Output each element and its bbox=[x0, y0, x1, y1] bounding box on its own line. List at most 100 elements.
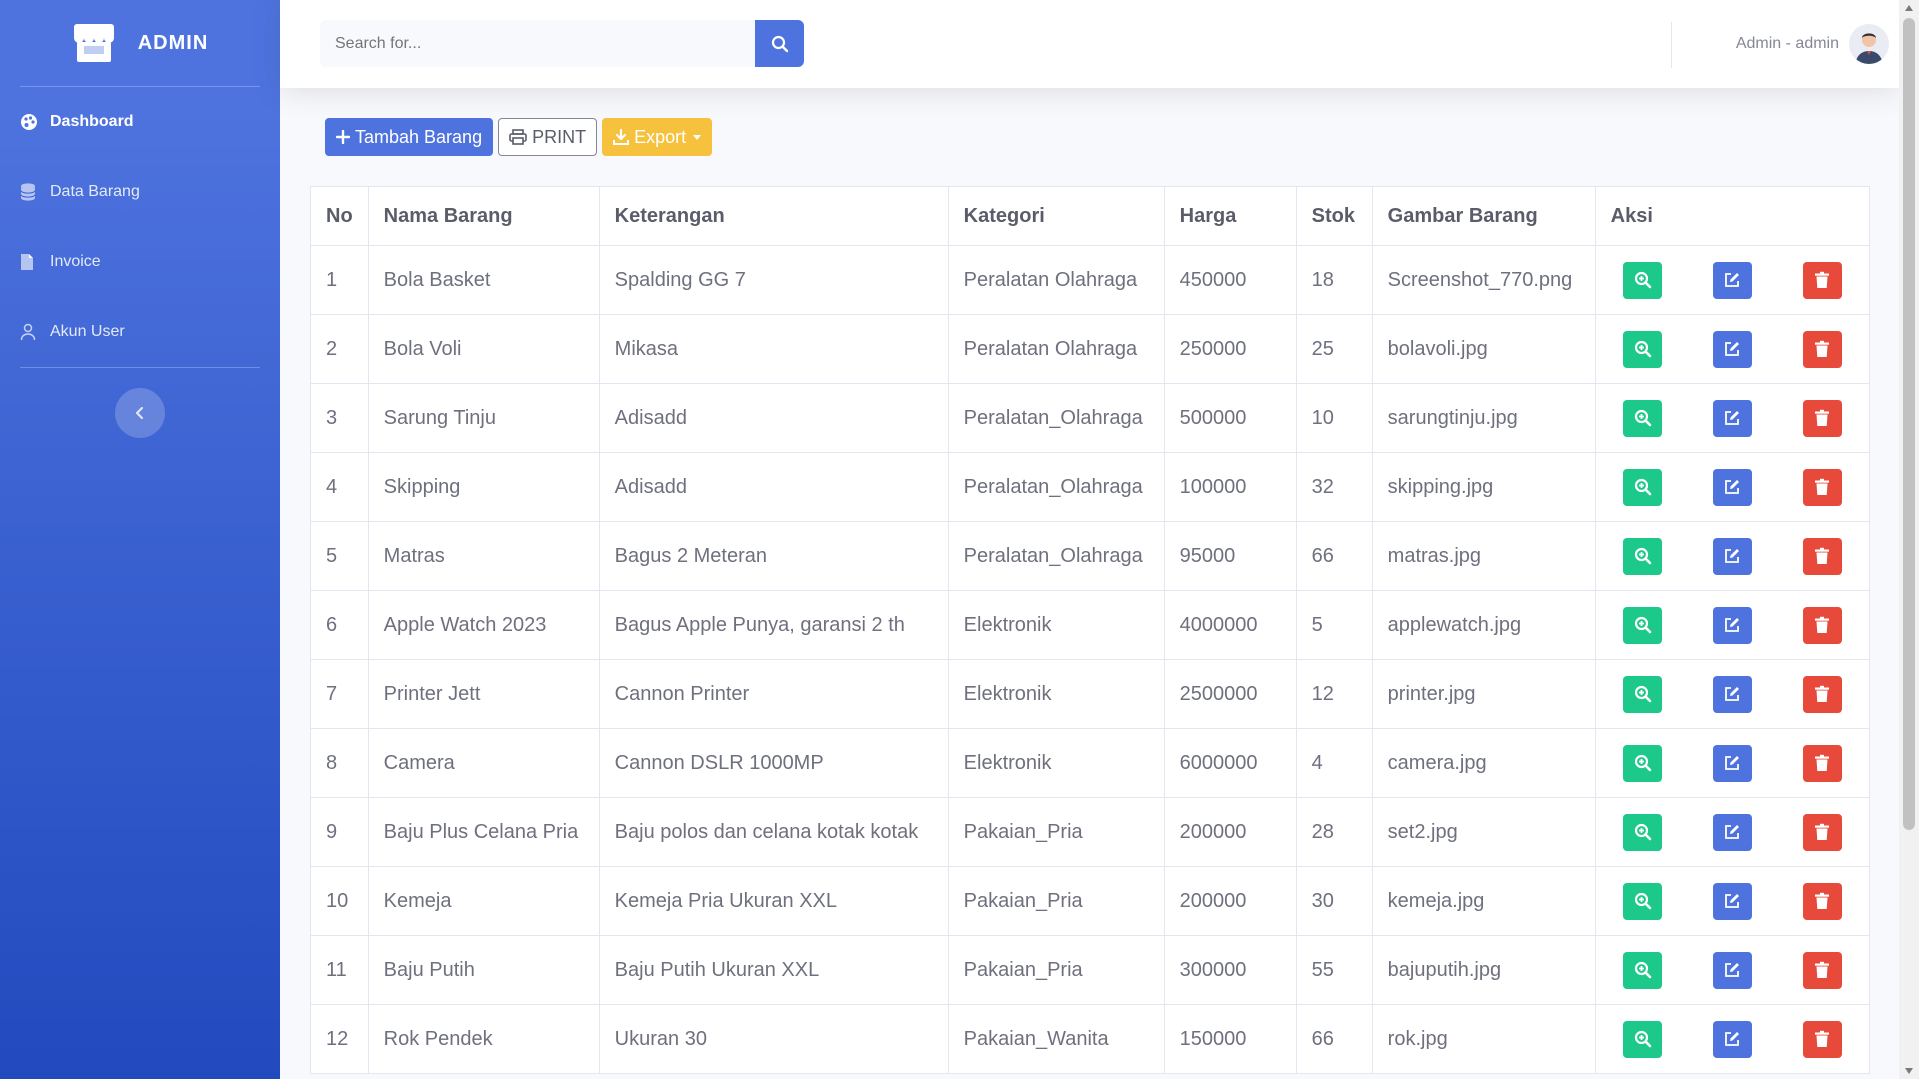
table-row: 1 Bola Basket Spalding GG 7 Peralatan Olahr… bbox=[310, 245, 1871, 315]
cell-stok: 12 bbox=[1295, 659, 1373, 729]
add-item-label: Tambah Barang bbox=[355, 126, 483, 147]
delete-button[interactable] bbox=[1802, 813, 1842, 851]
delete-button[interactable] bbox=[1802, 468, 1842, 506]
cell-harga: 200000 bbox=[1163, 797, 1297, 867]
delete-button[interactable] bbox=[1802, 606, 1842, 644]
view-button[interactable] bbox=[1623, 813, 1663, 851]
page-scrollbar[interactable] bbox=[1899, 0, 1919, 1079]
edit-button[interactable] bbox=[1712, 813, 1752, 851]
cell-keterangan: Adisadd bbox=[598, 383, 949, 453]
cell-keterangan: Bagus 2 Meteran bbox=[598, 521, 949, 591]
download-icon bbox=[613, 129, 630, 145]
edit-button[interactable] bbox=[1712, 882, 1752, 920]
cell-keterangan: Spalding GG 7 bbox=[598, 245, 949, 315]
edit-button[interactable] bbox=[1712, 399, 1752, 437]
view-button[interactable] bbox=[1623, 744, 1663, 782]
row-actions bbox=[1596, 399, 1869, 437]
edit-button[interactable] bbox=[1712, 468, 1752, 506]
sidebar-brand[interactable]: ADMIN bbox=[0, 0, 280, 86]
cell-harga: 100000 bbox=[1163, 452, 1297, 522]
user-name: Admin - admin bbox=[1735, 35, 1839, 52]
row-actions bbox=[1596, 1020, 1869, 1058]
view-button[interactable] bbox=[1623, 1020, 1663, 1058]
view-button[interactable] bbox=[1623, 882, 1663, 920]
cell-aksi bbox=[1594, 452, 1871, 522]
edit-button[interactable] bbox=[1712, 606, 1752, 644]
cell-stok: 55 bbox=[1295, 935, 1373, 1005]
view-button[interactable] bbox=[1623, 468, 1663, 506]
cell-kategori: Peralatan_Olahraga bbox=[947, 452, 1165, 522]
cell-gambar-barang: Screenshot_770.png bbox=[1371, 245, 1596, 315]
edit-button[interactable] bbox=[1712, 675, 1752, 713]
edit-button[interactable] bbox=[1712, 537, 1752, 575]
add-item-button[interactable]: Tambah Barang bbox=[325, 118, 494, 156]
zoom-in-icon bbox=[1634, 271, 1652, 289]
cell-aksi bbox=[1594, 314, 1871, 384]
cell-aksi bbox=[1594, 728, 1871, 798]
view-button[interactable] bbox=[1623, 606, 1663, 644]
cell-harga: 95000 bbox=[1163, 521, 1297, 591]
cell-no: 2 bbox=[310, 314, 369, 384]
zoom-in-icon bbox=[1634, 685, 1652, 703]
trash-icon bbox=[1814, 409, 1830, 427]
view-button[interactable] bbox=[1623, 675, 1663, 713]
cell-gambar-barang: sarungtinju.jpg bbox=[1371, 383, 1596, 453]
export-dropdown-button[interactable]: Export bbox=[602, 118, 713, 156]
print-button[interactable]: PRINT bbox=[498, 118, 598, 156]
view-button[interactable] bbox=[1623, 261, 1663, 299]
edit-button[interactable] bbox=[1712, 744, 1752, 782]
cell-stok: 32 bbox=[1295, 452, 1373, 522]
sidebar-item-invoice[interactable]: Invoice bbox=[0, 227, 280, 297]
cell-no: 10 bbox=[310, 866, 369, 936]
cell-stok: 4 bbox=[1295, 728, 1373, 798]
edit-button[interactable] bbox=[1712, 261, 1752, 299]
delete-button[interactable] bbox=[1802, 744, 1842, 782]
user-dropdown[interactable]: Admin - admin bbox=[1736, 24, 1889, 64]
scroll-down-icon[interactable] bbox=[1905, 1068, 1913, 1074]
trash-icon bbox=[1814, 616, 1830, 634]
edit-button[interactable] bbox=[1712, 951, 1752, 989]
edit-button[interactable] bbox=[1712, 1020, 1752, 1058]
trash-icon bbox=[1814, 478, 1830, 496]
cell-gambar-barang: printer.jpg bbox=[1371, 659, 1596, 729]
cell-no: 4 bbox=[310, 452, 369, 522]
view-button[interactable] bbox=[1623, 399, 1663, 437]
view-button[interactable] bbox=[1623, 537, 1663, 575]
sidebar-item-dashboard[interactable]: Dashboard bbox=[0, 87, 280, 157]
cell-nama-barang: Rok Pendek bbox=[367, 1004, 600, 1074]
cell-aksi bbox=[1594, 797, 1871, 867]
delete-button[interactable] bbox=[1802, 537, 1842, 575]
delete-button[interactable] bbox=[1802, 882, 1842, 920]
delete-button[interactable] bbox=[1802, 261, 1842, 299]
topbar: Admin - admin bbox=[280, 0, 1899, 88]
search-form bbox=[320, 20, 804, 67]
delete-button[interactable] bbox=[1802, 399, 1842, 437]
sidebar-toggle-button[interactable] bbox=[115, 388, 165, 438]
cell-no: 8 bbox=[310, 728, 369, 798]
delete-button[interactable] bbox=[1802, 1020, 1842, 1058]
scrollbar-thumb[interactable] bbox=[1903, 18, 1915, 830]
cell-nama-barang: Printer Jett bbox=[367, 659, 600, 729]
search-button[interactable] bbox=[755, 20, 804, 67]
scroll-up-icon[interactable] bbox=[1905, 5, 1913, 11]
row-actions bbox=[1596, 744, 1869, 782]
view-button[interactable] bbox=[1623, 330, 1663, 368]
cell-keterangan: Kemeja Pria Ukuran XXL bbox=[598, 866, 949, 936]
sidebar-item-data-barang[interactable]: Data Barang bbox=[0, 157, 280, 227]
table-row: 2 Bola Voli Mikasa Peralatan Olahraga 250000… bbox=[310, 314, 1871, 384]
edit-button[interactable] bbox=[1712, 330, 1752, 368]
cell-stok: 5 bbox=[1295, 590, 1373, 660]
cell-aksi bbox=[1594, 521, 1871, 591]
delete-button[interactable] bbox=[1802, 675, 1842, 713]
cell-stok: 18 bbox=[1295, 245, 1373, 315]
view-button[interactable] bbox=[1623, 951, 1663, 989]
delete-button[interactable] bbox=[1802, 951, 1842, 989]
cell-stok: 28 bbox=[1295, 797, 1373, 867]
search-input[interactable] bbox=[320, 20, 755, 67]
row-actions bbox=[1596, 882, 1869, 920]
sidebar-item-label: Dashboard bbox=[50, 113, 134, 130]
delete-button[interactable] bbox=[1802, 330, 1842, 368]
sidebar-item-akun-user[interactable]: Akun User bbox=[0, 297, 280, 367]
cell-keterangan: Bagus Apple Punya, garansi 2 th bbox=[598, 590, 949, 660]
zoom-in-icon bbox=[1634, 616, 1652, 634]
